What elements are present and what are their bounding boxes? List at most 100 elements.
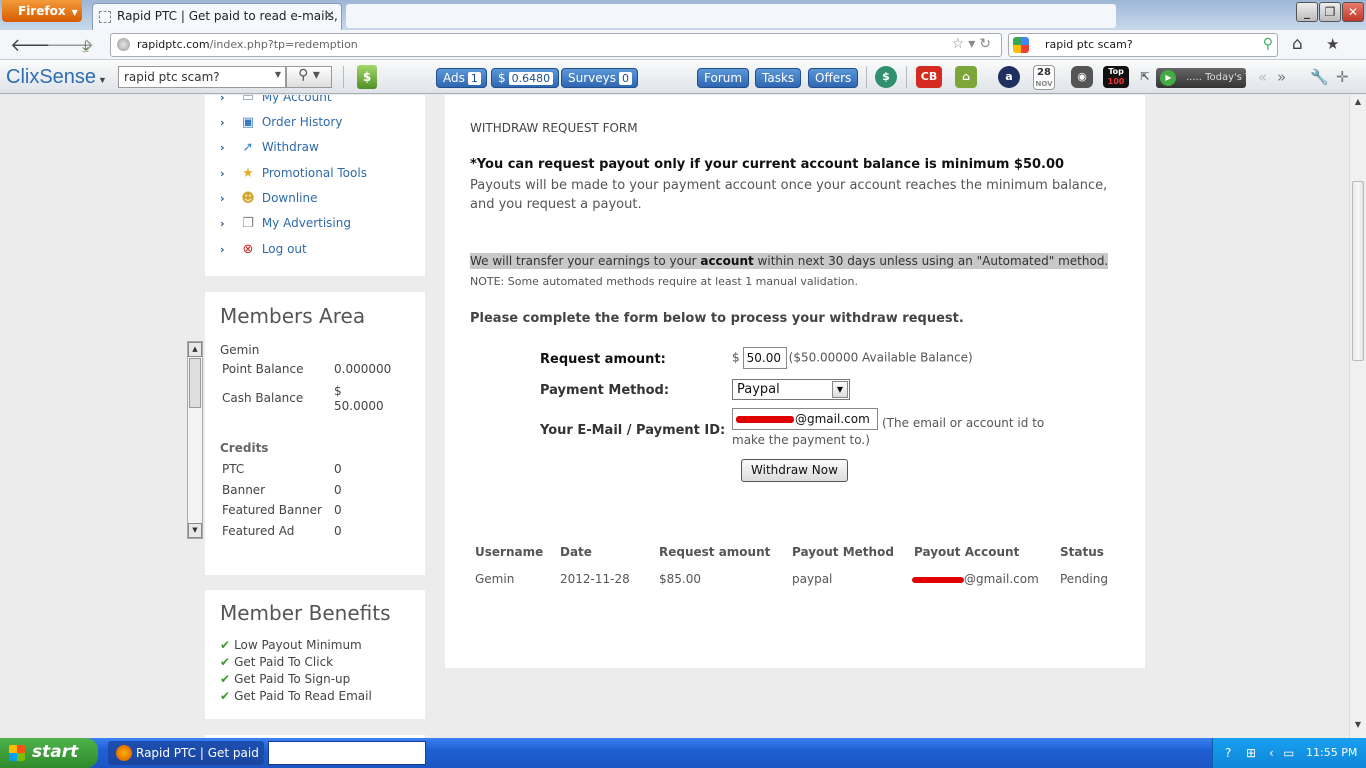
amazon-icon[interactable]: a xyxy=(998,66,1020,88)
offers-button[interactable]: Offers xyxy=(808,68,859,88)
cash-balance-button[interactable]: $0.6480 xyxy=(491,68,560,88)
monitor-icon[interactable]: ▭ xyxy=(1283,746,1294,760)
member-username: Gemin xyxy=(220,343,260,357)
chevron-right-icon: › xyxy=(220,217,225,230)
scroll-up-icon[interactable]: ▲ xyxy=(188,342,202,357)
members-area-panel: Members Area Gemin Point Balance 0.000000… xyxy=(205,292,425,575)
logout-icon: ⊗ xyxy=(242,242,254,257)
bookmark-star-icon[interactable]: ☆ xyxy=(952,36,969,52)
sidebar-item-my-account[interactable]: › ▭ My Account xyxy=(220,95,332,110)
sidebar-item-label: My Advertising xyxy=(261,216,351,230)
form-instructions: Please complete the form below to proces… xyxy=(470,311,964,326)
google-engine-icon[interactable] xyxy=(1013,37,1029,53)
cell-request-amount: $85.00 xyxy=(659,572,701,586)
scroll-up-icon[interactable]: ▲ xyxy=(1350,97,1366,113)
clock: 11:55 PM xyxy=(1306,746,1358,759)
tray-expand-icon[interactable]: ‹ xyxy=(1269,746,1274,760)
minimum-payout-notice: *You can request payout only if your cur… xyxy=(470,157,1065,172)
cell-payout-method: paypal xyxy=(792,572,833,586)
radio-player[interactable]: ▶ ..... Today's Top xyxy=(1156,68,1246,88)
surveys-button[interactable]: Surveys 0 xyxy=(561,68,638,88)
cell-username: Gemin xyxy=(475,572,515,586)
sidebar-item-withdraw[interactable]: › ➚ Withdraw xyxy=(220,140,319,160)
sidebar-item-label: Order History xyxy=(261,115,343,129)
bookmarks-icon[interactable]: ★ xyxy=(1326,35,1339,53)
point-balance-value: 0.000000 xyxy=(334,362,392,376)
scroll-down-icon[interactable]: ▼ xyxy=(1350,720,1366,736)
benefit-item: ✔ Get Paid To Read Email xyxy=(220,689,372,703)
sidebar-item-my-advertising[interactable]: › ❐ My Advertising xyxy=(220,216,351,236)
site-identity-icon[interactable] xyxy=(117,38,130,51)
search-history-dropdown-icon[interactable]: ▼ xyxy=(275,70,281,79)
forum-button[interactable]: Forum xyxy=(697,68,750,88)
members-list-scrollbar[interactable]: ▲ ▼ xyxy=(187,341,203,539)
firefox-menu-button[interactable]: Firefox ▼ xyxy=(2,0,82,22)
withdraw-icon: ➚ xyxy=(242,140,254,155)
house-icon[interactable]: ⌂ xyxy=(955,66,977,88)
column-header-date: Date xyxy=(560,545,592,559)
scroll-right-icon[interactable]: » xyxy=(1277,68,1286,86)
withdraw-now-button[interactable]: Withdraw Now xyxy=(741,459,848,482)
start-button[interactable]: start xyxy=(0,738,98,768)
popout-icon[interactable]: ⇱ xyxy=(1138,66,1152,88)
top100-icon[interactable]: Top 100 xyxy=(1103,66,1129,88)
url-host: rapidptc.com xyxy=(137,38,210,51)
magnifier-icon: ⚲ ▾ xyxy=(298,67,320,83)
surveys-count: 0 xyxy=(619,72,632,85)
home-icon[interactable]: ⌂ xyxy=(1292,34,1303,54)
clixsense-bag-icon[interactable]: $ xyxy=(357,65,377,89)
url-bar[interactable]: rapidptc.com/index.php?tp=redemption ☆▾↻ xyxy=(110,33,1002,57)
maximize-button[interactable]: ❐ xyxy=(1319,2,1341,22)
credit-value: 0 xyxy=(334,503,342,517)
sidebar-item-label: My Account xyxy=(261,95,332,104)
dollar-coin-icon[interactable]: $ xyxy=(875,66,897,88)
chevron-right-icon: › xyxy=(220,95,225,104)
close-window-button[interactable]: ✕ xyxy=(1342,2,1364,22)
member-benefits-panel: Member Benefits ✔ Low Payout Minimum ✔ Get… xyxy=(205,590,425,719)
scroll-thumb[interactable] xyxy=(189,358,201,408)
payment-method-select[interactable]: Paypal ▼ xyxy=(732,379,850,400)
wrench-icon[interactable]: 🔧 xyxy=(1310,68,1329,86)
payment-email-input[interactable]: @gmail.com xyxy=(732,408,878,430)
addon-download-icon[interactable]: ⤓ xyxy=(82,37,89,55)
url-bar-controls[interactable]: ☆▾↻ xyxy=(952,36,995,52)
reload-icon[interactable]: ↻ xyxy=(979,36,995,52)
help-icon[interactable]: ? xyxy=(1225,746,1231,760)
transfer-text-end: within next 30 days unless using an "Aut… xyxy=(753,254,1109,268)
expand-icon[interactable]: ✛ xyxy=(1336,68,1349,86)
minimize-button[interactable]: _ xyxy=(1296,2,1318,22)
scroll-down-icon[interactable]: ▼ xyxy=(188,523,202,538)
scroll-left-icon[interactable]: « xyxy=(1258,68,1267,86)
robot-icon[interactable]: ◉ xyxy=(1071,66,1093,88)
search-go-icon[interactable]: ⚲ xyxy=(1263,36,1273,52)
cb-icon[interactable]: CB xyxy=(916,66,942,88)
tasks-button[interactable]: Tasks xyxy=(755,68,802,88)
browser-search-bar[interactable]: rapid ptc scam? ⚲ xyxy=(1008,33,1278,57)
play-icon[interactable]: ▶ xyxy=(1160,70,1176,86)
browser-tab[interactable]: Rapid PTC | Get paid to read e-mails, cl… xyxy=(92,3,342,30)
calendar-icon[interactable]: 28 NOV xyxy=(1033,65,1055,90)
ads-button[interactable]: Ads 1 xyxy=(436,68,487,88)
network-icon[interactable]: ⊞ xyxy=(1246,746,1256,760)
taskbar-address-input[interactable] xyxy=(268,741,426,765)
toolbar-search-input[interactable]: rapid ptc scam? ▼ xyxy=(118,66,286,88)
ads-label: Ads xyxy=(443,71,465,85)
toolbar-search-button[interactable]: ⚲ ▾ xyxy=(286,66,332,88)
sidebar-item-order-history[interactable]: › ▣ Order History xyxy=(220,115,342,135)
sidebar-item-label: Promotional Tools xyxy=(261,166,367,180)
tab-favicon-icon xyxy=(99,11,111,23)
taskbar-firefox-window[interactable]: Rapid PTC | Get paid ... xyxy=(108,741,264,765)
clixsense-logo[interactable]: ClixSense ▼ xyxy=(6,66,107,89)
sidebar-item-promotional-tools[interactable]: › ★ Promotional Tools xyxy=(220,166,367,186)
cash-balance-value: 50.0000 xyxy=(334,399,384,413)
scroll-thumb[interactable] xyxy=(1352,181,1364,361)
sidebar-item-downline[interactable]: › ☻ Downline xyxy=(220,191,318,211)
url-dropdown-icon[interactable]: ▾ xyxy=(968,36,979,52)
tab-close-icon[interactable]: × xyxy=(324,8,335,23)
column-header-payout-method: Payout Method xyxy=(792,545,894,559)
page-scrollbar[interactable]: ▲ ▼ xyxy=(1349,95,1366,738)
benefit-label: Low Payout Minimum xyxy=(234,638,362,652)
chevron-down-icon[interactable]: ▼ xyxy=(832,381,848,398)
sidebar-item-log-out[interactable]: › ⊗ Log out xyxy=(220,242,307,262)
request-amount-input[interactable]: 50.00 xyxy=(742,347,787,369)
